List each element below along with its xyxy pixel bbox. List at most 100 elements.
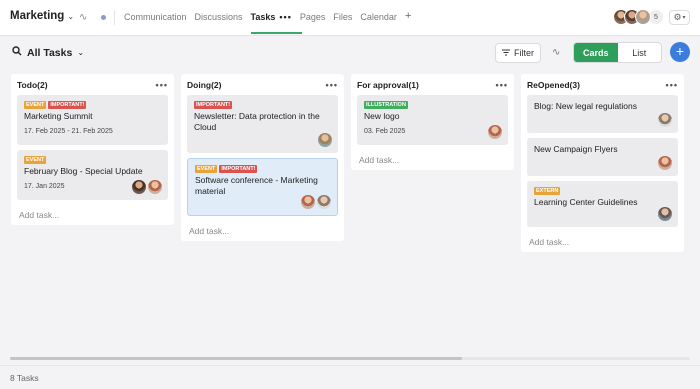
avatar — [318, 133, 332, 147]
more-options-icon[interactable]: ••• — [156, 80, 168, 90]
avatar — [658, 156, 672, 170]
task-card[interactable]: IMPORTANT! Newsletter: Data protection i… — [187, 95, 338, 153]
avatar — [488, 125, 502, 139]
horizontal-scrollbar-thumb[interactable] — [10, 357, 462, 360]
view-toggle: Cards List — [573, 42, 662, 63]
task-card[interactable]: Blog: New legal regulations — [527, 95, 678, 133]
tab-calendar[interactable]: Calendar — [360, 12, 397, 22]
board-column-reopened: ReOpened(3) ••• Blog: New legal regulati… — [521, 74, 684, 252]
settings-button[interactable]: ⚙ ▾ — [669, 10, 690, 25]
chevron-down-icon: ⌄ — [67, 11, 75, 21]
avatar — [132, 180, 146, 194]
more-options-icon[interactable]: ••• — [666, 80, 678, 90]
card-title: Software conference - Marketing material — [195, 175, 318, 196]
add-tab-icon[interactable]: + — [405, 11, 411, 22]
tag-important: IMPORTANT! — [194, 101, 233, 109]
task-card[interactable]: ILLUSTRATION New logo 03. Feb 2025 — [357, 95, 508, 145]
add-task-link[interactable]: Add task... — [187, 221, 338, 241]
chevron-down-icon: ▾ — [682, 15, 686, 21]
avatar — [658, 113, 672, 127]
tab-bar: Communication Discussions Tasks ••• Page… — [124, 11, 411, 34]
tag-illustration: ILLUSTRATION — [364, 101, 408, 109]
avatar — [658, 207, 672, 221]
view-selector[interactable]: All Tasks ⌄ — [12, 46, 84, 59]
card-title: New logo — [364, 111, 400, 121]
column-header: ReOpened(3) ••• — [527, 74, 678, 95]
assignees — [301, 195, 331, 209]
top-navigation: Marketing ⌄ ∿ Communication Discussions … — [0, 0, 700, 36]
tab-pages[interactable]: Pages — [300, 12, 326, 22]
activity-icon[interactable]: ∿ — [79, 12, 87, 23]
column-title: For approval(1) — [357, 79, 419, 90]
divider — [114, 10, 115, 25]
card-title: February Blog - Special Update — [24, 166, 143, 176]
assignees — [658, 113, 672, 127]
status-dot-icon — [101, 15, 106, 20]
task-card[interactable]: EVENT IMPORTANT! Marketing Summit 17. Fe… — [17, 95, 168, 145]
tag-extern: EXTERN — [534, 187, 561, 195]
tag-important: IMPORTANT! — [48, 101, 87, 109]
assignees — [658, 207, 672, 221]
filter-icon — [502, 48, 510, 58]
column-title: Doing(2) — [187, 79, 222, 90]
list-view-button[interactable]: List — [618, 43, 662, 62]
tag-list: EVENT — [24, 156, 161, 164]
gear-icon: ⚙ — [673, 12, 682, 22]
card-title: Learning Center Guidelines — [534, 197, 638, 207]
assignees — [132, 180, 162, 194]
status-footer: 8 Tasks — [0, 365, 700, 389]
task-card[interactable]: EXTERN Learning Center Guidelines — [527, 181, 678, 227]
activity-icon[interactable]: ∿ — [552, 47, 560, 58]
card-date: 17. Feb 2025 - 21. Feb 2025 — [24, 128, 113, 135]
tab-tasks[interactable]: Tasks — [250, 12, 303, 34]
tag-list: EXTERN — [534, 187, 671, 195]
tab-more-icon[interactable]: ••• — [279, 12, 291, 22]
tag-list: IMPORTANT! — [194, 101, 331, 109]
chevron-down-icon: ⌄ — [77, 48, 85, 57]
board-column-for-approval: For approval(1) ••• ILLUSTRATION New log… — [351, 74, 514, 170]
column-header: Todo(2) ••• — [17, 74, 168, 95]
board-column-todo: Todo(2) ••• EVENT IMPORTANT! Marketing S… — [11, 74, 174, 225]
column-header: For approval(1) ••• — [357, 74, 508, 95]
avatar — [301, 195, 315, 209]
column-header: Doing(2) ••• — [187, 74, 338, 95]
tag-event: EVENT — [195, 165, 218, 173]
tab-discussions[interactable]: Discussions — [195, 12, 243, 22]
tag-event: EVENT — [24, 156, 47, 164]
task-card[interactable]: New Campaign Flyers — [527, 138, 678, 176]
tag-list: EVENT IMPORTANT! — [24, 101, 161, 109]
member-avatars[interactable]: 5 — [613, 9, 664, 25]
add-task-button[interactable]: + — [670, 42, 690, 62]
tab-files[interactable]: Files — [333, 12, 352, 22]
add-task-link[interactable]: Add task... — [17, 205, 168, 225]
task-card[interactable]: EVENT February Blog - Special Update 17.… — [17, 150, 168, 200]
assignees — [658, 156, 672, 170]
tab-communication[interactable]: Communication — [124, 12, 187, 22]
more-options-icon[interactable]: ••• — [326, 80, 338, 90]
board-column-doing: Doing(2) ••• IMPORTANT! Newsletter: Data… — [181, 74, 344, 241]
card-title: New Campaign Flyers — [534, 144, 618, 154]
avatar — [317, 195, 331, 209]
card-date: 03. Feb 2025 — [364, 128, 406, 135]
assignees — [318, 133, 332, 147]
card-title: Newsletter: Data protection in the Cloud — [194, 111, 320, 132]
tag-important: IMPORTANT! — [219, 165, 258, 173]
more-options-icon[interactable]: ••• — [496, 80, 508, 90]
tag-list: EVENT IMPORTANT! — [195, 165, 330, 173]
task-count: 8 Tasks — [10, 373, 39, 383]
project-switcher[interactable]: Marketing ⌄ — [10, 10, 74, 22]
card-title: Blog: New legal regulations — [534, 101, 638, 111]
add-task-link[interactable]: Add task... — [527, 232, 678, 252]
add-task-link[interactable]: Add task... — [357, 150, 508, 170]
column-title: ReOpened(3) — [527, 79, 580, 90]
cards-view-button[interactable]: Cards — [574, 43, 618, 62]
tag-event: EVENT — [24, 101, 47, 109]
project-name: Marketing — [10, 10, 65, 22]
avatar — [635, 9, 651, 25]
filter-button[interactable]: Filter — [495, 43, 541, 63]
assignees — [488, 125, 502, 139]
card-title: Marketing Summit — [24, 111, 93, 121]
view-title: All Tasks — [27, 46, 73, 59]
task-card-selected[interactable]: EVENT IMPORTANT! Software conference - M… — [187, 158, 338, 216]
filter-label: Filter — [514, 48, 534, 58]
